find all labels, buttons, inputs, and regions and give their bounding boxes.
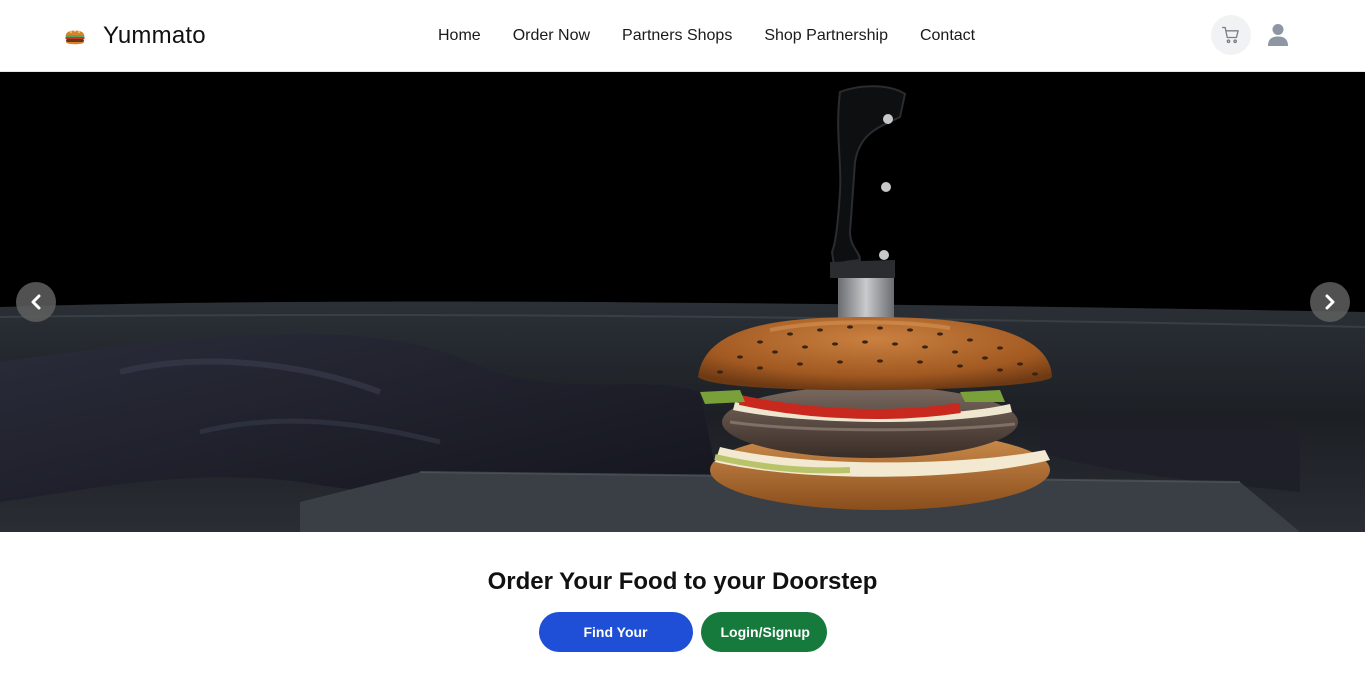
brand-name: Yummato [103, 22, 206, 49]
user-icon [1268, 24, 1288, 46]
cart-button[interactable] [1211, 15, 1251, 55]
navbar: Yummato Home Order Now Partners Shops Sh… [0, 0, 1365, 72]
hero-carousel [0, 72, 1365, 532]
nav-link-home[interactable]: Home [422, 22, 497, 50]
cart-icon [1222, 26, 1239, 44]
carousel-next-button[interactable] [1310, 282, 1350, 322]
nav-link-partners-shops[interactable]: Partners Shops [606, 22, 748, 50]
nav-link-shop-partnership[interactable]: Shop Partnership [748, 22, 904, 50]
cta-buttons: Find Your Product Login/Signup [0, 612, 1365, 680]
nav-link-order-now[interactable]: Order Now [497, 22, 606, 50]
chevron-right-icon [1325, 294, 1335, 310]
nav-link-contact[interactable]: Contact [904, 22, 991, 50]
cta-heading: Order Your Food to your Doorstep [487, 568, 878, 595]
burger-with-knife-photo [0, 72, 1365, 532]
burger-icon [65, 30, 85, 45]
find-product-button[interactable]: Find Your Product [538, 612, 693, 680]
chevron-left-icon [31, 294, 41, 310]
login-signup-button[interactable]: Login/Signup [700, 612, 827, 652]
user-button[interactable] [1265, 22, 1291, 48]
main-nav: Home Order Now Partners Shops Shop Partn… [422, 22, 991, 50]
carousel-prev-button[interactable] [16, 282, 56, 322]
brand[interactable]: Yummato [63, 18, 206, 54]
